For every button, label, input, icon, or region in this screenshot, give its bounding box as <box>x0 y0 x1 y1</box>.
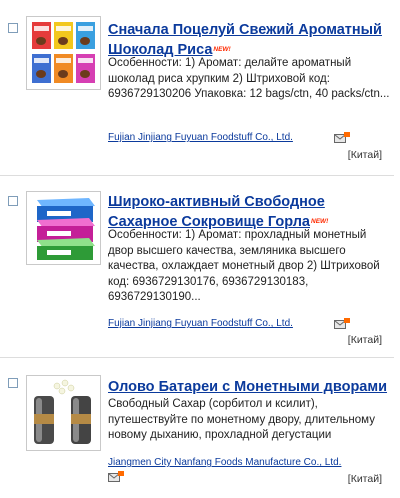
product-thumbnail[interactable] <box>26 191 101 265</box>
product-description: Свободный Сахар (сорбитол и ксилит), пут… <box>108 398 375 441</box>
contact-supplier-icon[interactable] <box>108 470 124 482</box>
country-label: [Китай] <box>347 473 382 485</box>
contact-supplier-icon[interactable] <box>334 131 350 143</box>
product-title-link[interactable]: Сначала Поцелуй Свежий Ароматный Шоколад… <box>108 21 388 60</box>
product-title-link[interactable]: Олово Батареи с Монетными дворами <box>108 378 388 397</box>
product-title[interactable]: Олово Батареи с Монетными дворами <box>108 379 387 395</box>
product-image-chocolate-rice-packs <box>27 17 100 89</box>
row-divider <box>0 357 394 358</box>
product-description: Особенности: 1) Аромат: прохладный монет… <box>108 229 380 303</box>
product-title[interactable]: Широко-активный Свободное Сахарное Сокро… <box>108 194 325 230</box>
product-thumbnail[interactable] <box>26 375 101 451</box>
contact-supplier-icon[interactable] <box>334 317 350 329</box>
supplier-link[interactable]: Fujian Jinjiang Fuyuan Foodstuff Co., Lt… <box>108 132 293 143</box>
country-label: [Китай] <box>347 334 382 346</box>
supplier-link[interactable]: Fujian Jinjiang Fuyuan Foodstuff Co., Lt… <box>108 318 293 329</box>
product-title[interactable]: Сначала Поцелуй Свежий Ароматный Шоколад… <box>108 22 382 58</box>
product-description: Особенности: 1) Аромат: делайте ароматны… <box>108 57 390 100</box>
product-image-candy-boxes <box>27 192 100 264</box>
product-image-mint-tins <box>27 376 100 450</box>
row-divider <box>0 175 394 176</box>
product-title-link[interactable]: Широко-активный Свободное Сахарное Сокро… <box>108 193 388 232</box>
product-thumbnail[interactable] <box>26 16 101 90</box>
select-checkbox[interactable] <box>8 196 18 206</box>
country-label: [Китай] <box>347 149 382 161</box>
supplier-link[interactable]: Jiangmen City Nanfang Foods Manufacture … <box>108 457 341 468</box>
select-checkbox[interactable] <box>8 378 18 388</box>
select-checkbox[interactable] <box>8 23 18 33</box>
